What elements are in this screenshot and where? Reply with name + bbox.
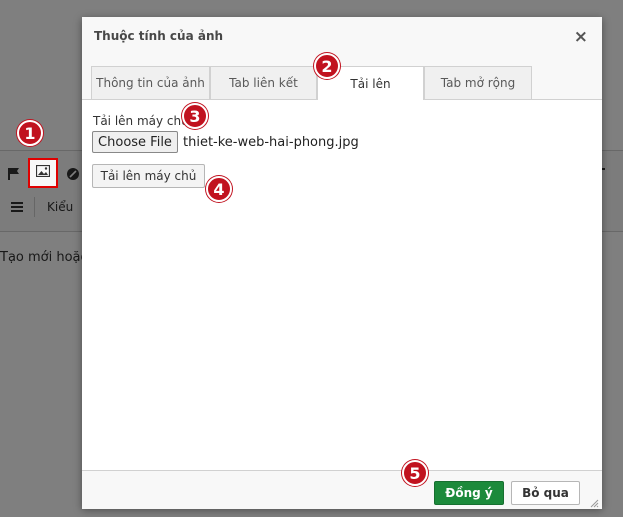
upload-panel: Tải lên máy chủ Choose File thiet-ke-web… [82,100,602,470]
step-marker-3: 3 [182,103,208,129]
send-to-server-button[interactable]: Tải lên máy chủ [92,164,205,188]
step-marker-5: 5 [402,460,428,486]
ok-button[interactable]: Đồng ý [434,481,504,505]
step-marker-1: 1 [17,120,43,146]
step-marker-4: 4 [206,176,232,202]
cancel-button[interactable]: Bỏ qua [511,481,580,505]
selected-file-name: thiet-ke-web-hai-phong.jpg [183,135,359,150]
tab-bar: Thông tin của ảnh Tab liên kết Tải lên T… [82,58,602,100]
resize-grip-icon[interactable] [590,497,599,508]
image-icon [35,164,51,181]
dialog-header: Thuộc tính của ảnh × [82,17,602,59]
choose-file-button[interactable]: Choose File [92,131,178,153]
step-marker-2: 2 [314,53,340,79]
tab-image-info[interactable]: Thông tin của ảnh [91,66,210,99]
image-properties-dialog: Thuộc tính của ảnh × Thông tin của ảnh T… [82,17,602,509]
dialog-footer: Đồng ý Bỏ qua [82,470,602,509]
upload-field-label: Tải lên máy chủ [93,114,189,128]
tab-advanced[interactable]: Tab mở rộng [424,66,532,99]
image-button[interactable] [28,158,58,188]
tab-link[interactable]: Tab liên kết [210,66,317,99]
close-icon[interactable]: × [574,27,588,47]
dialog-title: Thuộc tính của ảnh [94,29,224,43]
